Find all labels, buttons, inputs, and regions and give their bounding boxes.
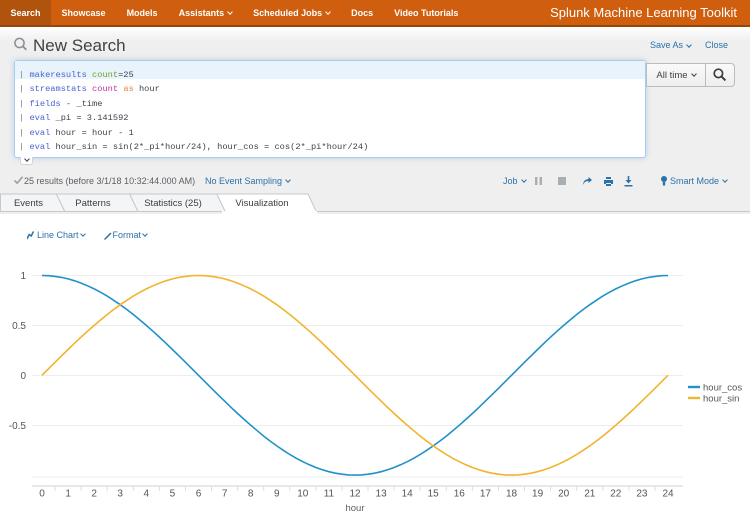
svg-text:23: 23 [636, 489, 648, 500]
svg-text:12: 12 [349, 489, 361, 500]
svg-text:20: 20 [558, 489, 570, 500]
svg-text:hour_sin: hour_sin [703, 394, 739, 405]
svg-text:10: 10 [297, 489, 309, 500]
svg-text:4: 4 [144, 489, 150, 500]
svg-text:8: 8 [248, 489, 254, 500]
svg-text:-0.5: -0.5 [9, 421, 27, 432]
svg-text:9: 9 [274, 489, 280, 500]
svg-text:19: 19 [532, 489, 544, 500]
svg-text:0: 0 [20, 371, 26, 382]
svg-text:17: 17 [480, 489, 492, 500]
svg-text:3: 3 [117, 489, 123, 500]
svg-text:7: 7 [222, 489, 228, 500]
svg-text:0: 0 [39, 489, 45, 500]
svg-text:2: 2 [91, 489, 97, 500]
svg-text:14: 14 [402, 489, 414, 500]
svg-text:11: 11 [324, 489, 335, 500]
svg-text:1: 1 [65, 489, 71, 500]
svg-text:22: 22 [610, 489, 622, 500]
svg-text:15: 15 [428, 489, 440, 500]
svg-text:16: 16 [454, 489, 466, 500]
svg-text:hour: hour [345, 503, 364, 514]
svg-text:0.5: 0.5 [12, 321, 26, 332]
svg-text:hour_cos: hour_cos [703, 383, 742, 394]
svg-text:1: 1 [20, 271, 26, 282]
svg-text:13: 13 [376, 489, 388, 500]
svg-text:6: 6 [196, 489, 202, 500]
svg-text:18: 18 [506, 489, 518, 500]
svg-text:5: 5 [170, 489, 176, 500]
svg-text:21: 21 [584, 489, 596, 500]
svg-text:24: 24 [662, 489, 674, 500]
